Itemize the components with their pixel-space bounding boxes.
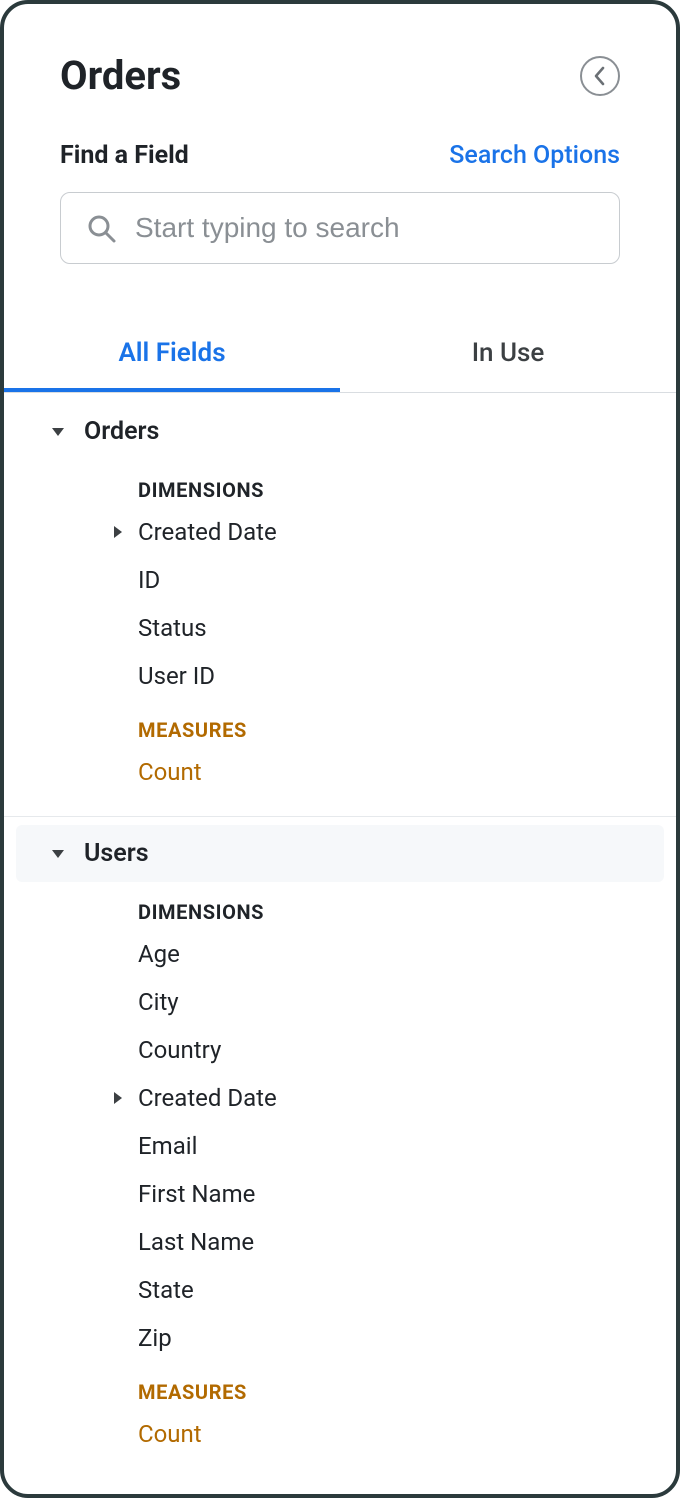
field-count[interactable]: Count <box>4 748 676 796</box>
tabs: All Fields In Use <box>4 320 676 393</box>
field-label: Email <box>138 1132 197 1160</box>
search-options-link[interactable]: Search Options <box>449 141 620 170</box>
field-created-date[interactable]: Created Date <box>4 508 676 556</box>
field-label: User ID <box>138 662 215 690</box>
field-label: Created Date <box>138 518 277 546</box>
page-title: Orders <box>60 52 181 99</box>
measures-label: MEASURES <box>4 1362 676 1410</box>
field-count[interactable]: Count <box>4 1410 676 1458</box>
caret-down-icon <box>38 848 78 860</box>
view-label: Orders <box>78 417 159 446</box>
caret-right-icon <box>98 524 138 540</box>
field-label: First Name <box>138 1180 255 1208</box>
search-icon <box>85 212 117 244</box>
search-input[interactable] <box>135 212 595 244</box>
tab-all-fields[interactable]: All Fields <box>4 320 340 392</box>
view-users[interactable]: Users <box>16 825 664 882</box>
field-list: Orders DIMENSIONS Created Date ID Status… <box>4 393 676 1458</box>
field-city[interactable]: City <box>4 978 676 1026</box>
field-email[interactable]: Email <box>4 1122 676 1170</box>
caret-down-icon <box>38 426 78 438</box>
view-orders[interactable]: Orders <box>4 403 676 460</box>
chevron-left-icon <box>592 66 608 86</box>
field-label: State <box>138 1276 194 1304</box>
divider <box>4 816 676 817</box>
field-label: Zip <box>138 1324 172 1352</box>
field-created-date[interactable]: Created Date <box>4 1074 676 1122</box>
find-row: Find a Field Search Options <box>4 99 676 170</box>
caret-right-icon <box>98 1090 138 1106</box>
field-status[interactable]: Status <box>4 604 676 652</box>
field-id[interactable]: ID <box>4 556 676 604</box>
field-label: Country <box>138 1036 221 1064</box>
field-label: Age <box>138 940 180 968</box>
field-label: ID <box>138 566 160 594</box>
field-zip[interactable]: Zip <box>4 1314 676 1362</box>
field-label: Status <box>138 614 207 642</box>
field-user-id[interactable]: User ID <box>4 652 676 700</box>
field-first-name[interactable]: First Name <box>4 1170 676 1218</box>
search-wrap <box>4 170 676 264</box>
field-last-name[interactable]: Last Name <box>4 1218 676 1266</box>
field-country[interactable]: Country <box>4 1026 676 1074</box>
dimensions-label: DIMENSIONS <box>4 882 676 930</box>
field-label: Last Name <box>138 1228 254 1256</box>
field-label: Created Date <box>138 1084 277 1112</box>
measures-label: MEASURES <box>4 700 676 748</box>
search-box[interactable] <box>60 192 620 264</box>
field-picker-panel: Orders Find a Field Search Options All F… <box>0 0 680 1498</box>
header: Orders <box>4 4 676 99</box>
field-label: Count <box>138 1420 202 1448</box>
find-field-label: Find a Field <box>60 141 189 170</box>
view-label: Users <box>78 839 149 868</box>
field-label: Count <box>138 758 202 786</box>
collapse-button[interactable] <box>580 56 620 96</box>
tab-in-use[interactable]: In Use <box>340 320 676 392</box>
field-state[interactable]: State <box>4 1266 676 1314</box>
dimensions-label: DIMENSIONS <box>4 460 676 508</box>
field-age[interactable]: Age <box>4 930 676 978</box>
field-label: City <box>138 988 179 1016</box>
